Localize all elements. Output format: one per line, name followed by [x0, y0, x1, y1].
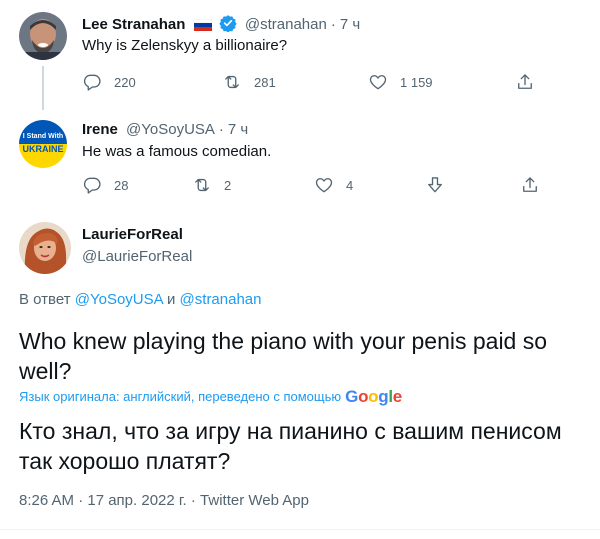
tweet-text: He was a famous comedian.: [82, 143, 272, 160]
share-button[interactable]: [520, 175, 540, 195]
reply-and: и: [166, 291, 176, 308]
tweet-irene[interactable]: I Stand With UKRAINE Irene @YoSoyUSA · 7 ч…: [0, 108, 600, 210]
display-name[interactable]: Lee Stranahan: [82, 16, 185, 33]
translated-text: Кто знал, что за игру на пианино с вашим…: [19, 416, 562, 476]
like-button[interactable]: 4: [314, 175, 353, 195]
heart-icon: [369, 75, 387, 90]
replying-to: В ответ @YoSoyUSA и @stranahan: [19, 290, 262, 310]
action-bar: 220 281 1 159: [82, 72, 542, 96]
tweet-text: Who knew playing the piano with your pen…: [19, 326, 547, 386]
avatar-text-bottom: UKRAINE: [22, 144, 64, 154]
display-name[interactable]: LaurieForReal: [82, 225, 183, 245]
tweet-header: Irene @YoSoyUSA · 7 ч: [82, 120, 248, 140]
like-count: 1 159: [400, 74, 433, 90]
separator-dot: ·: [330, 16, 336, 33]
downvote-arrow-icon: [428, 177, 442, 193]
avatar-laurieforreal[interactable]: [19, 222, 71, 274]
reply-button[interactable]: 220: [82, 72, 136, 92]
like-button[interactable]: 1 159: [368, 72, 433, 92]
display-name[interactable]: Irene: [82, 121, 118, 138]
tweet-header: Lee Stranahan @stranahan · 7 ч: [82, 14, 360, 35]
avatar-text-top: I Stand With: [22, 133, 64, 140]
timestamp[interactable]: 7 ч: [340, 16, 360, 33]
retweet-icon: [195, 178, 209, 192]
reply-icon: [83, 177, 101, 194]
translation-notice[interactable]: Язык оригинала: английский, переведено с…: [19, 388, 402, 406]
retweet-button[interactable]: 2: [192, 175, 231, 195]
translated-text-line-1: Кто знал, что за игру на пианино с вашим…: [19, 418, 562, 444]
share-icon: [523, 177, 537, 192]
reply-icon: [83, 74, 101, 91]
share-button[interactable]: [515, 72, 535, 92]
tweet-text-line-1: Who knew playing the piano with your pen…: [19, 328, 548, 354]
retweet-count: 2: [224, 177, 232, 193]
handle[interactable]: @stranahan: [245, 16, 327, 33]
google-logo-icon: Google: [345, 387, 402, 406]
downvote-button[interactable]: [425, 175, 445, 195]
reply-button[interactable]: 28: [82, 175, 128, 195]
reply-count: 28: [114, 177, 129, 193]
avatar-stranahan[interactable]: [19, 12, 67, 60]
separator-dot: ·: [218, 121, 224, 138]
action-bar: 28 2 4: [82, 175, 542, 199]
timestamp[interactable]: 7 ч: [228, 121, 248, 138]
translated-text-line-2: так хорошо платят?: [19, 448, 231, 474]
retweet-button[interactable]: 281: [222, 72, 276, 92]
share-icon: [518, 74, 532, 89]
reply-user-link-stranahan[interactable]: @stranahan: [180, 291, 262, 308]
tweet-text: Why is Zelenskyy a billionaire?: [82, 37, 288, 54]
tweet-metadata[interactable]: 8:26 AM · 17 апр. 2022 г. · Twitter Web …: [19, 491, 309, 511]
handle[interactable]: @YoSoyUSA: [126, 121, 215, 138]
reply-count: 220: [114, 74, 136, 90]
reply-prefix: В ответ: [19, 291, 71, 308]
russia-flag-icon: [193, 17, 212, 31]
tweet-stranahan[interactable]: Lee Stranahan @stranahan · 7 ч Why is Zele…: [0, 0, 600, 110]
reply-user-link-yosoyusa[interactable]: @YoSoyUSA: [75, 291, 163, 308]
tweet-text-line-2: well?: [19, 358, 72, 384]
thread-line: [42, 66, 44, 110]
translation-label: Язык оригинала: английский, переведено с…: [19, 389, 342, 404]
verified-badge-icon: [219, 14, 237, 33]
divider: [0, 529, 600, 530]
handle[interactable]: @LaurieForReal: [82, 247, 192, 267]
heart-icon: [315, 178, 333, 193]
avatar-irene[interactable]: I Stand With UKRAINE: [19, 120, 67, 168]
main-tweet: LaurieForReal @LaurieForReal В ответ @Yo…: [0, 210, 600, 539]
retweet-icon: [225, 75, 239, 89]
like-count: 4: [346, 177, 354, 193]
retweet-count: 281: [254, 74, 276, 90]
